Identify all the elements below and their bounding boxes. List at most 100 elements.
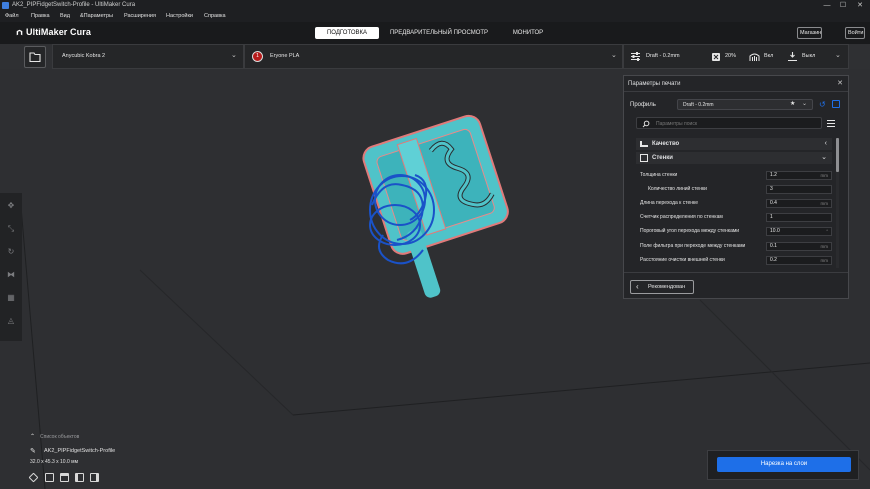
header: UltiMaker Cura ПОДГОТОВКА ПРЕДВАРИТЕЛЬНЫ… bbox=[0, 22, 870, 44]
signin-button[interactable]: Войти bbox=[845, 27, 865, 39]
print-settings-panel: Параметры печати ✕ Профиль Draft - 0.2mm… bbox=[623, 75, 849, 299]
right-view-icon[interactable] bbox=[90, 473, 99, 482]
left-toolbar: ✥ ⤡ ↻ ⧓ ▦ ◬ bbox=[0, 193, 22, 341]
settings-sliders-icon bbox=[631, 52, 640, 61]
setting-label: Поле фильтра при переходе между стенками bbox=[640, 243, 746, 249]
infill-icon bbox=[712, 53, 720, 61]
setting-value: 3 bbox=[770, 186, 773, 192]
setting-label: Толщина стенки bbox=[640, 172, 678, 178]
category-quality-label: Качество bbox=[652, 141, 680, 147]
chevron-left-icon: ‹ bbox=[636, 282, 639, 291]
setting-value-field[interactable]: 1.2 mm bbox=[766, 171, 832, 180]
menu-view[interactable]: Вид bbox=[60, 11, 70, 22]
maximize-icon[interactable]: ☐ bbox=[836, 0, 850, 11]
setting-value-field[interactable]: 0.2 mm bbox=[766, 256, 832, 265]
object-name[interactable]: AK2_PIPFidgetSwitch-Profile bbox=[44, 448, 115, 454]
recommended-label: Рекомендован bbox=[648, 284, 686, 290]
reset-icon[interactable]: ↺ bbox=[819, 99, 826, 110]
category-walls[interactable]: Стенки ⌄ bbox=[636, 152, 832, 164]
title-bar: AK2_PIPFidgetSwitch-Profile - UltiMaker … bbox=[0, 0, 870, 11]
setting-label: Количество линий стенки bbox=[648, 186, 707, 192]
setting-value-field[interactable]: 3 bbox=[766, 185, 832, 194]
material-selector[interactable]: 1 Eryone PLA ⌄ bbox=[244, 44, 623, 69]
object-list-header[interactable]: Список объектов bbox=[40, 434, 79, 440]
per-model-settings-icon[interactable]: ▦ bbox=[5, 292, 17, 304]
chevron-down-icon: ⌄ bbox=[835, 52, 841, 59]
search-placeholder: Параметры поиск bbox=[656, 120, 698, 127]
setting-value: 0.2 bbox=[770, 257, 777, 263]
setting-label: Счетчик распределения по стенкам bbox=[640, 214, 723, 220]
chevron-down-icon: ⌄ bbox=[611, 52, 617, 59]
open-file-button[interactable] bbox=[24, 46, 46, 68]
walls-icon bbox=[640, 154, 648, 162]
profile-summary: Draft - 0.2mm bbox=[646, 53, 680, 59]
setting-value: 0.1 bbox=[770, 243, 777, 249]
menu-extensions[interactable]: Расширения bbox=[124, 11, 156, 22]
tab-preview[interactable]: ПРЕДВАРИТЕЛЬНЫЙ ПРОСМОТР bbox=[388, 27, 490, 39]
logo-text: UltiMaker Cura bbox=[26, 27, 91, 37]
profile-value: Draft - 0.2mm bbox=[683, 101, 714, 108]
setting-value: 1.2 bbox=[770, 172, 777, 178]
quality-icon bbox=[640, 141, 648, 147]
ultimaker-logo-icon bbox=[16, 29, 23, 36]
panel-divider bbox=[624, 272, 848, 273]
chevron-left-icon: ‹ bbox=[824, 140, 827, 147]
panel-title: Параметры печати bbox=[628, 81, 681, 87]
settings-scrollbar-thumb[interactable] bbox=[836, 138, 839, 172]
star-icon[interactable]: ★ bbox=[790, 100, 795, 109]
object-dimensions: 32.0 x 45.3 x 10.0 мм bbox=[30, 459, 79, 465]
setting-value-field[interactable]: 0.1 mm bbox=[766, 242, 832, 251]
setting-value-field[interactable]: 1 bbox=[766, 213, 832, 222]
scale-icon[interactable]: ⤡ bbox=[5, 223, 17, 235]
print-settings-summary[interactable]: Draft - 0.2mm 20% Вкл Выкл ⌄ bbox=[623, 44, 849, 69]
front-view-icon[interactable] bbox=[45, 473, 54, 482]
setting-unit: mm bbox=[820, 173, 829, 178]
tab-prepare[interactable]: ПОДГОТОВКА bbox=[315, 27, 379, 39]
support-blocker-icon[interactable]: ◬ bbox=[5, 315, 17, 327]
material-name: Eryone PLA bbox=[270, 53, 300, 59]
mirror-icon[interactable]: ⧓ bbox=[5, 269, 17, 281]
panel-header: Параметры печати ✕ bbox=[624, 76, 848, 92]
printer-selector[interactable]: Anycubic Kobra 2 ⌄ bbox=[52, 44, 244, 69]
menu-help[interactable]: Справка bbox=[204, 11, 226, 22]
recommended-button[interactable]: ‹ Рекомендован bbox=[630, 280, 694, 294]
slice-button[interactable]: Нарезка на слои bbox=[717, 457, 851, 472]
rotate-icon[interactable]: ↻ bbox=[5, 246, 17, 258]
setting-label: Длина перехода к стенке bbox=[640, 200, 699, 206]
infill-value: 20% bbox=[725, 53, 737, 59]
support-value: Вкл bbox=[764, 53, 774, 59]
menu-file[interactable]: Файл bbox=[5, 11, 19, 22]
close-icon[interactable]: ✕ bbox=[837, 76, 843, 92]
setting-label: Расстояние очистки внешней стенки bbox=[640, 257, 725, 263]
menu-icon[interactable] bbox=[826, 119, 836, 128]
setting-unit: ° bbox=[826, 229, 828, 234]
save-icon[interactable] bbox=[832, 100, 840, 108]
move-icon[interactable]: ✥ bbox=[5, 200, 17, 212]
profile-label: Профиль bbox=[630, 102, 656, 108]
top-view-icon[interactable] bbox=[60, 473, 69, 482]
left-view-icon[interactable] bbox=[75, 473, 84, 482]
marketplace-button[interactable]: Магазин bbox=[797, 27, 822, 39]
menu-preferences[interactable]: Настройки bbox=[166, 11, 193, 22]
setting-unit: mm bbox=[820, 258, 829, 263]
support-icon bbox=[749, 53, 760, 61]
setting-value-field[interactable]: 0.4 mm bbox=[766, 199, 832, 208]
printer-name: Anycubic Kobra 2 bbox=[62, 53, 106, 59]
settings-search-input[interactable]: Параметры поиск bbox=[636, 117, 822, 129]
chevron-down-icon: ⌄ bbox=[802, 101, 808, 107]
category-walls-label: Стенки bbox=[652, 155, 673, 161]
close-window-icon[interactable]: ✕ bbox=[853, 0, 867, 11]
category-quality[interactable]: Качество ‹ bbox=[636, 138, 832, 150]
minimize-icon[interactable]: — bbox=[820, 0, 834, 11]
chevron-down-icon: ⌄ bbox=[231, 52, 237, 59]
profile-dropdown[interactable]: Draft - 0.2mm ★ ⌄ bbox=[677, 99, 813, 110]
chevron-up-icon[interactable]: ⌃ bbox=[30, 433, 35, 440]
tab-monitor[interactable]: МОНИТОР bbox=[505, 27, 551, 39]
folder-icon bbox=[29, 52, 41, 63]
search-icon bbox=[642, 120, 650, 128]
menu-edit[interactable]: Правка bbox=[31, 11, 50, 22]
setting-value-field[interactable]: 10.0 ° bbox=[766, 227, 832, 236]
menu-settings[interactable]: &Параметры bbox=[80, 11, 113, 22]
setting-value: 1 bbox=[770, 214, 773, 220]
object-pen-icon: ✎ bbox=[30, 448, 36, 455]
